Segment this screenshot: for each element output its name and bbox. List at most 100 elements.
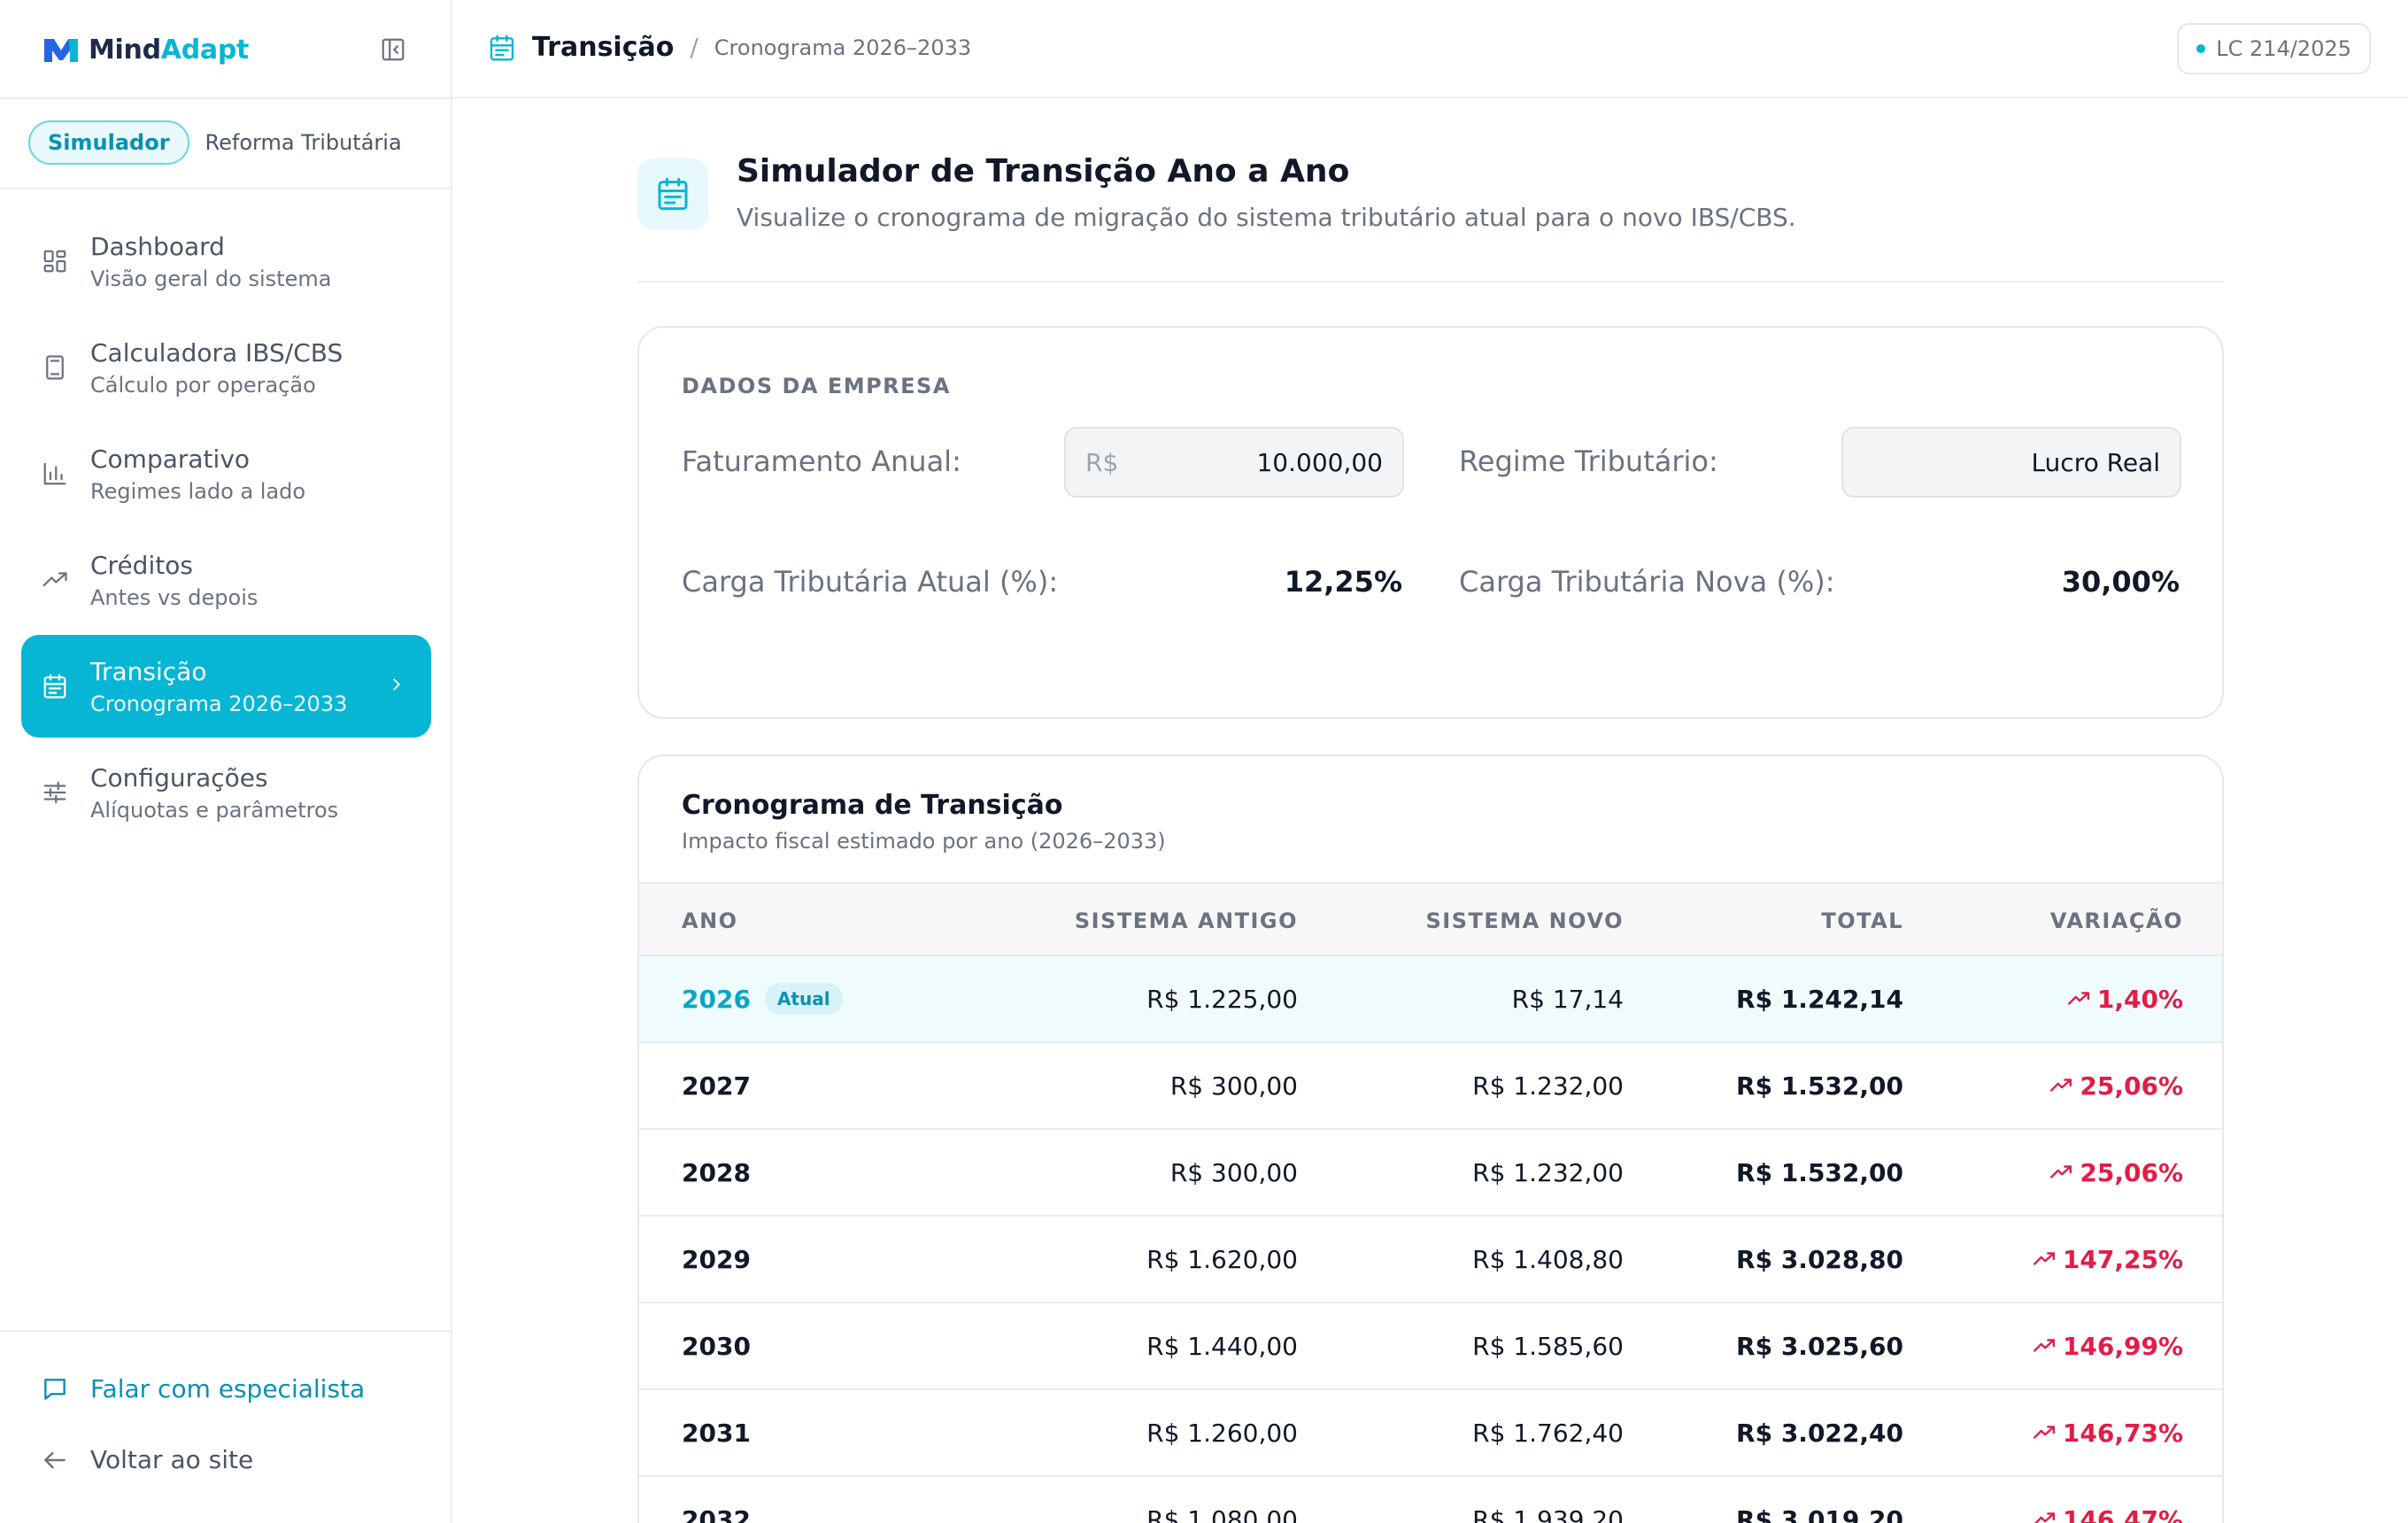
trending-up-icon [2050, 1165, 2072, 1179]
row-new-system: R$ 1.408,80 [1472, 1244, 1624, 1274]
calculator-icon [41, 353, 69, 382]
table-row[interactable]: 2027 R$ 300,00 R$ 1.232,00 R$ 1.532,00 2… [639, 1043, 2222, 1130]
row-total: R$ 3.028,80 [1736, 1244, 1903, 1274]
trending-up-icon [2033, 1339, 2055, 1352]
row-old-system: R$ 1.080,00 [1146, 1504, 1298, 1523]
brand[interactable]: MindAdapt [41, 32, 249, 67]
table-row[interactable]: 2031 R$ 1.260,00 R$ 1.762,40 R$ 3.022,40… [639, 1390, 2222, 1477]
table-row[interactable]: 2029 R$ 1.620,00 R$ 1.408,80 R$ 3.028,80… [639, 1217, 2222, 1303]
row-new-system: R$ 1.232,00 [1472, 1071, 1624, 1101]
sidebar-item-transition[interactable]: Transição Cronograma 2026–2033 [21, 635, 431, 738]
sidebar-item-subtitle: Regimes lado a lado [90, 478, 306, 504]
row-old-system: R$ 300,00 [1169, 1071, 1298, 1101]
row-total: R$ 1.532,00 [1736, 1071, 1903, 1101]
column-header-new-system: SISTEMA NOVO [1425, 908, 1624, 933]
sidebar-item-subtitle: Antes vs depois [90, 584, 259, 610]
breadcrumb-separator: / [690, 33, 698, 62]
row-year: 2029 [682, 1244, 751, 1274]
back-to-site-label: Voltar ao site [90, 1445, 254, 1474]
law-badge-label: LC 214/2025 [2216, 36, 2351, 61]
row-variation-value: 146,99% [2062, 1331, 2183, 1361]
talk-to-specialist-link[interactable]: Falar com especialista [41, 1374, 365, 1403]
trending-up-icon [2050, 1078, 2072, 1092]
row-total: R$ 3.019,20 [1736, 1504, 1903, 1523]
sidebar-item-calculator[interactable]: Calculadora IBS/CBS Cálculo por operação [21, 316, 431, 419]
row-variation-value: 1,40% [2096, 984, 2183, 1014]
row-new-system: R$ 1.585,60 [1472, 1331, 1624, 1361]
arrow-left-icon [44, 1451, 66, 1468]
chevron-right-icon [387, 675, 406, 698]
back-to-site-link[interactable]: Voltar ao site [41, 1445, 253, 1474]
trending-up-icon [2034, 1512, 2055, 1523]
calendar-icon [637, 158, 708, 229]
sidebar-item-settings[interactable]: Configurações Alíquotas e parâmetros [21, 741, 431, 844]
sidebar-item-comparison[interactable]: Comparativo Regimes lado a lado [21, 422, 431, 525]
section-label: DADOS DA EMPRESA [682, 374, 951, 398]
sidebar-item-title: Calculadora IBS/CBS [90, 337, 343, 367]
row-old-system: R$ 1.620,00 [1146, 1244, 1298, 1274]
sidebar-item-dashboard[interactable]: Dashboard Visão geral do sistema [21, 210, 431, 313]
table-row[interactable]: 2032 R$ 1.080,00 R$ 1.939,20 R$ 3.019,20… [639, 1477, 2222, 1523]
schedule-title: Cronograma de Transição [682, 790, 1063, 821]
trending-up-icon [2033, 1426, 2055, 1439]
sidebar-item-title: Comparativo [90, 444, 251, 474]
regime-label: Regime Tributário: [1459, 445, 1718, 478]
mode-text: Reforma Tributária [205, 130, 402, 155]
sidebar-item-title: Transição [90, 656, 207, 686]
row-variation-value: 146,73% [2062, 1418, 2183, 1448]
row-total: R$ 3.022,40 [1736, 1418, 1903, 1448]
sidebar-item-subtitle: Cronograma 2026–2033 [90, 691, 348, 716]
row-new-system: R$ 17,14 [1511, 984, 1624, 1014]
page-title: Simulador de Transição Ano a Ano [737, 153, 1350, 189]
regime-select[interactable]: Lucro Real [1841, 427, 2181, 498]
row-year: 2030 [682, 1331, 751, 1361]
row-variation: 146,99% [2033, 1303, 2183, 1388]
row-variation-value: 25,06% [2080, 1071, 2183, 1101]
mode-chip-simulator[interactable]: Simulador [28, 120, 189, 165]
row-old-system: R$ 1.440,00 [1146, 1331, 1298, 1361]
breadcrumb: Transição / Cronograma 2026–2033 [488, 32, 971, 63]
law-badge[interactable]: LC 214/2025 [2177, 23, 2371, 74]
trending-up-icon [41, 566, 69, 594]
schedule-card: Cronograma de Transição Impacto fiscal e… [637, 754, 2224, 1523]
column-header-old-system: SISTEMA ANTIGO [1074, 908, 1298, 933]
topbar: Transição / Cronograma 2026–2033 LC 214/… [452, 0, 2408, 98]
row-variation: 147,25% [2033, 1217, 2183, 1302]
sidebar-item-title: Dashboard [90, 231, 225, 261]
currency-prefix: R$ [1085, 447, 1119, 477]
table-row[interactable]: 2026 Atual R$ 1.225,00 R$ 17,14 R$ 1.242,… [639, 956, 2222, 1043]
panel-left-icon [382, 38, 405, 61]
sidebar-item-title: Configurações [90, 762, 268, 792]
row-variation: 146,47% [2033, 1477, 2183, 1523]
table-header: ANO SISTEMA ANTIGO SISTEMA NOVO TOTAL VA… [639, 882, 2222, 956]
sidebar-item-credits[interactable]: Créditos Antes vs depois [21, 529, 431, 631]
sidebar-nav: Dashboard Visão geral do sistema Calculad… [21, 210, 431, 847]
row-year: 2032 [682, 1504, 751, 1523]
table-row[interactable]: 2028 R$ 300,00 R$ 1.232,00 R$ 1.532,00 2… [639, 1130, 2222, 1217]
brand-name: MindAdapt [89, 34, 250, 66]
table-row[interactable]: 2030 R$ 1.440,00 R$ 1.585,60 R$ 3.025,60… [639, 1303, 2222, 1390]
divider [0, 188, 452, 189]
row-new-system: R$ 1.232,00 [1472, 1157, 1624, 1187]
sliders-icon [41, 778, 69, 807]
row-total: R$ 3.025,60 [1736, 1331, 1903, 1361]
sidebar-item-subtitle: Cálculo por operação [90, 372, 316, 398]
column-header-variation: VARIAÇÃO [2049, 908, 2183, 933]
grid-icon [41, 247, 69, 275]
row-variation-value: 146,47% [2062, 1504, 2183, 1523]
row-year: 2026 [682, 984, 751, 1014]
row-new-system: R$ 1.762,40 [1472, 1418, 1624, 1448]
row-old-system: R$ 1.225,00 [1146, 984, 1298, 1014]
revenue-value: 10.000,00 [1256, 447, 1383, 477]
regime-value: Lucro Real [2031, 447, 2160, 477]
new-load-value: 30,00% [2061, 565, 2180, 599]
current-load-label: Carga Tributária Atual (%): [682, 565, 1059, 599]
collapse-sidebar-button[interactable] [377, 34, 409, 66]
company-data-card: DADOS DA EMPRESA Faturamento Anual: R$ 1… [637, 326, 2224, 719]
sidebar-item-title: Créditos [90, 550, 193, 580]
row-new-system: R$ 1.939,20 [1472, 1504, 1624, 1523]
row-variation: 1,40% [2067, 956, 2183, 1041]
divider [0, 97, 452, 99]
row-year: 2031 [682, 1418, 751, 1448]
revenue-input[interactable]: R$ 10.000,00 [1064, 427, 1404, 498]
